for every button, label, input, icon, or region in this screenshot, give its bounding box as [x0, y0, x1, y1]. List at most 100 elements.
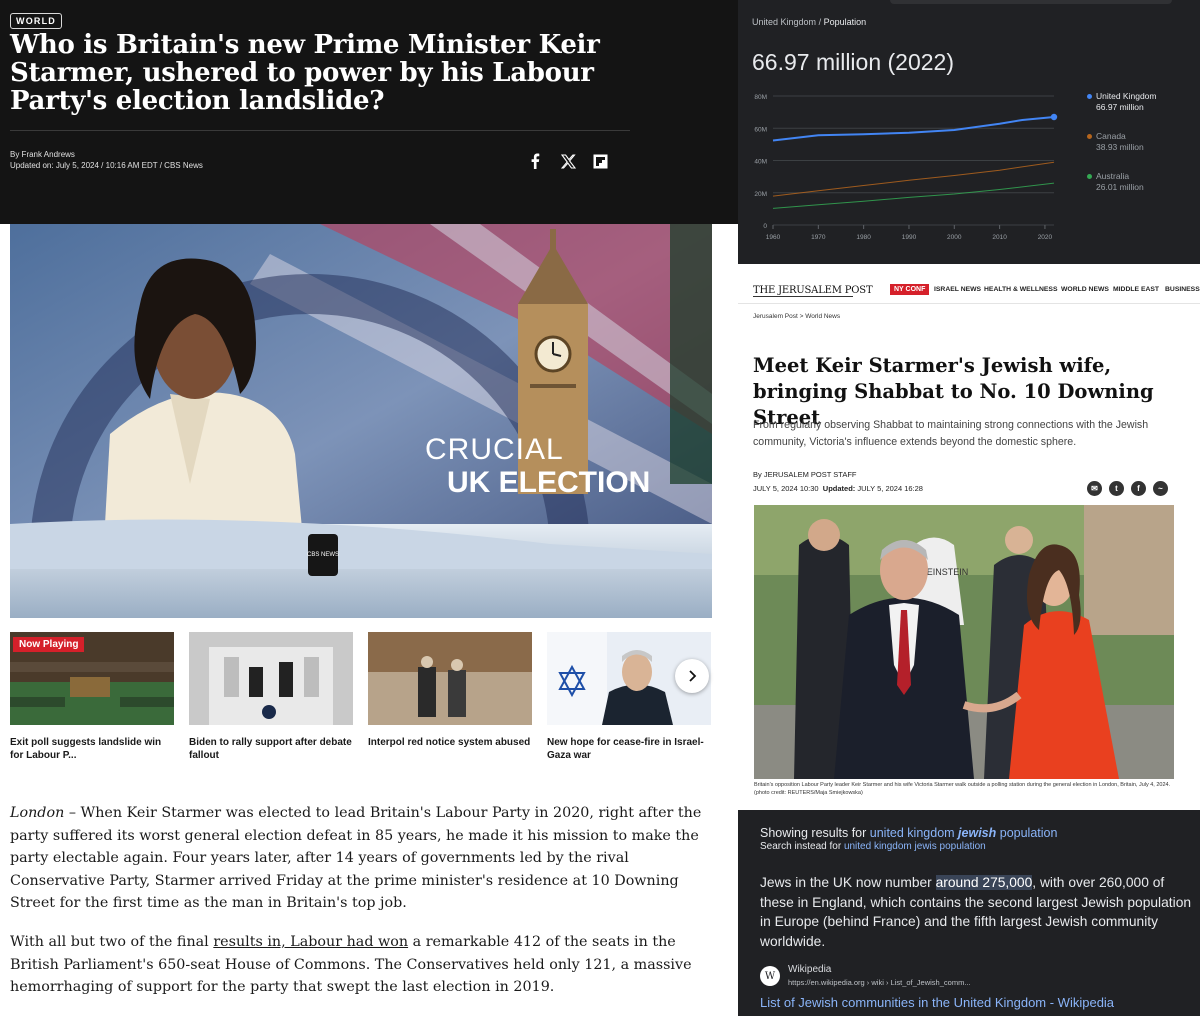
population-chart-panel: United Kingdom / Population 66.97 millio…	[738, 0, 1200, 264]
playlist-caption-4[interactable]: New hope for cease-fire in Israel-Gaza w…	[547, 736, 711, 762]
legend-name: United Kingdom	[1096, 91, 1157, 101]
query-part: population	[996, 826, 1058, 840]
legend-dot	[1087, 174, 1092, 179]
legend-name: Canada	[1096, 131, 1126, 141]
y-tick-label: 20M	[754, 191, 767, 198]
facebook-icon[interactable]	[526, 150, 544, 172]
legend-entry-uk[interactable]: United Kingdom 66.97 million	[1087, 91, 1157, 113]
query-part: united kingdom	[869, 826, 959, 840]
x-tick-label: 1970	[811, 234, 826, 241]
nav-world-news[interactable]: WORLD NEWS	[1061, 286, 1109, 293]
query-correction: jewish	[958, 826, 997, 840]
x-tick-label: 1980	[856, 234, 871, 241]
playlist-caption-3[interactable]: Interpol red notice system abused	[368, 736, 532, 749]
jpost-logo[interactable]: THE JERUSALEM POST	[753, 285, 873, 296]
corrected-query-link[interactable]: united kingdom jewish population	[870, 826, 1058, 840]
x-icon[interactable]	[558, 150, 578, 172]
search-instead-line: Search instead for united kingdom jewis …	[760, 841, 986, 852]
cbs-article-header: WORLD Who is Britain's new Prime Ministe…	[0, 0, 738, 224]
article-paragraph-1: London – When Keir Starmer was elected t…	[10, 802, 722, 915]
messenger-icon[interactable]: ~	[1153, 481, 1168, 496]
instead-prefix: Search instead for	[760, 841, 844, 852]
playlist-thumb-2[interactable]	[189, 632, 353, 725]
legend-value: 26.01 million	[1096, 182, 1144, 192]
featured-snippet: Jews in the UK now number around 275,000…	[760, 873, 1196, 951]
dateline: London	[10, 805, 65, 821]
header-divider	[10, 130, 630, 131]
showing-prefix: Showing results for	[760, 826, 870, 840]
starmer-couple-photo: VOTE EINSTEIN	[754, 505, 1174, 779]
nav-middle-east[interactable]: MIDDLE EAST	[1113, 286, 1159, 293]
overlay-title-line2: UK ELECTION	[447, 466, 650, 499]
updated-label: Updated:	[822, 484, 856, 493]
playlist-caption-1[interactable]: Exit poll suggests landslide win for Lab…	[10, 736, 174, 762]
wikipedia-icon: W	[760, 966, 780, 986]
logo-underline	[753, 296, 853, 297]
twitter-icon[interactable]: t	[1109, 481, 1124, 496]
photo-caption: Britain's opposition Labour Party leader…	[754, 781, 1174, 797]
series-line-canada	[772, 161, 1055, 197]
jpost-article: THE JERUSALEM POST NY CONF ISRAEL NEWS H…	[738, 264, 1200, 810]
legend-value: 66.97 million	[1096, 102, 1144, 112]
source-url[interactable]: https://en.wikipedia.org › wiki › List_o…	[788, 978, 971, 987]
video-frame: CBS NEWS CRUCIAL UK ELECTION	[10, 224, 712, 618]
author: By Frank Andrews	[10, 150, 75, 159]
snippet-lead: Jews in the UK now number	[760, 875, 936, 890]
jpost-author[interactable]: By JERUSALEM POST STAFF	[753, 470, 857, 479]
nav-business[interactable]: BUSINESS	[1165, 286, 1200, 293]
x-tick-label: 2000	[947, 234, 962, 241]
updated-timestamp: Updated on: July 5, 2024 / 10:16 AM EDT …	[10, 161, 203, 170]
legend-entry-australia[interactable]: Australia 26.01 million	[1087, 171, 1144, 193]
jpost-dates: JULY 5, 2024 10:30 Updated: JULY 5, 2024…	[753, 484, 923, 493]
nav-health-wellness[interactable]: HEALTH & WELLNESS	[984, 286, 1058, 293]
jpost-breadcrumb[interactable]: Jerusalem Post > World News	[753, 313, 840, 320]
y-tick-label: 40M	[754, 159, 767, 166]
chevron-right-icon	[689, 670, 697, 682]
y-tick-label: 80M	[754, 94, 767, 101]
published-date: JULY 5, 2024 10:30	[753, 484, 819, 493]
interpol-thumbnail	[368, 632, 532, 725]
next-arrow-button[interactable]	[675, 659, 709, 693]
x-tick-label: 1960	[766, 234, 781, 241]
result-title-link[interactable]: List of Jewish communities in the United…	[760, 995, 1114, 1010]
y-tick-label: 60M	[754, 126, 767, 133]
white-house-balcony-thumbnail	[189, 632, 353, 725]
x-tick-label: 2020	[1038, 234, 1053, 241]
email-icon[interactable]: ✉	[1087, 481, 1102, 496]
jpost-photo: VOTE EINSTEIN	[754, 505, 1174, 779]
mug-logo: CBS NEWS	[307, 552, 339, 558]
series-endpoint-marker	[1050, 113, 1058, 121]
x-tick-label: 2010	[992, 234, 1007, 241]
legend-name: Australia	[1096, 171, 1130, 181]
article-paragraph-2: With all but two of the final results in…	[10, 931, 722, 999]
legend-entry-canada[interactable]: Canada 38.93 million	[1087, 131, 1144, 153]
caption-text: Britain's opposition Labour Party leader…	[754, 782, 1171, 788]
paragraph-2-lead: With all but two of the final	[10, 934, 214, 950]
now-playing-badge: Now Playing	[13, 637, 85, 652]
video-player[interactable]: CBS NEWS CRUCIAL UK ELECTION	[10, 224, 712, 618]
nav-divider	[738, 303, 1200, 304]
section-badge[interactable]: WORLD	[10, 13, 62, 29]
x-tick-label: 1990	[902, 234, 917, 241]
snippet-highlight: around 275,000	[935, 875, 1033, 890]
series-line-australia	[772, 182, 1055, 209]
facebook-icon[interactable]: f	[1131, 481, 1146, 496]
flipboard-icon[interactable]	[590, 150, 610, 172]
nav-israel-news[interactable]: ISRAEL NEWS	[934, 286, 981, 293]
legend-dot	[1087, 94, 1092, 99]
showing-results-line: Showing results for united kingdom jewis…	[760, 826, 1057, 840]
overlay-title-line1: CRUCIAL	[425, 433, 564, 466]
legend-dot	[1087, 134, 1092, 139]
playlist-thumb-3[interactable]	[368, 632, 532, 725]
legend-value: 38.93 million	[1096, 142, 1144, 152]
playlist-caption-2[interactable]: Biden to rally support after debate fall…	[189, 736, 353, 762]
nav-ny-conf[interactable]: NY CONF	[890, 284, 930, 295]
paragraph-1-text: – When Keir Starmer was elected to lead …	[10, 805, 702, 911]
byline-block: By Frank Andrews Updated on: July 5, 202…	[10, 149, 203, 171]
source-name[interactable]: Wikipedia	[788, 964, 831, 975]
results-link[interactable]: results in, Labour had won	[213, 934, 408, 950]
jpost-subtitle: From regularly observing Shabbat to main…	[753, 419, 1149, 448]
original-query-link[interactable]: united kingdom jewis population	[844, 841, 986, 852]
photo-credit: (photo credit: REUTERS/Maja Smiejkowska)	[754, 790, 863, 796]
y-tick-label: 0	[763, 223, 767, 230]
